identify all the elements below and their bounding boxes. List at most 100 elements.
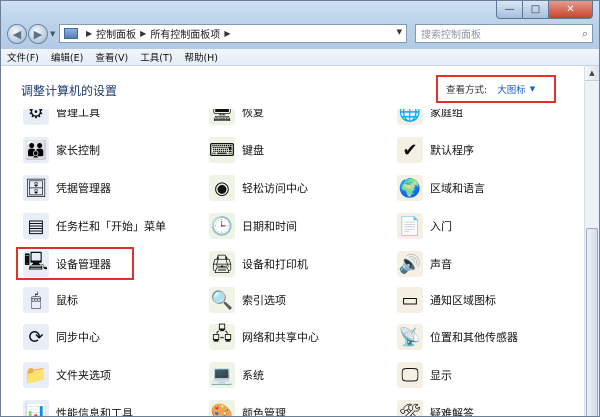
- view-by-label: 查看方式:: [446, 85, 488, 96]
- control-panel-item-label: 同步中心: [56, 331, 100, 344]
- view-by-selector[interactable]: 查看方式: 大图标 ▼: [436, 75, 556, 103]
- control-panel-folder-icon: [64, 28, 78, 39]
- control-panel-item-label: 区域和语言: [430, 182, 485, 195]
- control-panel-item[interactable]: 🖳 设备管理器: [23, 247, 111, 281]
- admin-tools-icon: ⚙: [23, 109, 49, 125]
- credential-manager-icon: 🗄: [23, 175, 49, 201]
- system-icon: 💻: [209, 362, 235, 388]
- recent-pages-dropdown-icon[interactable]: ▼: [50, 30, 55, 38]
- chevron-down-icon[interactable]: ▼: [530, 85, 535, 93]
- control-panel-item[interactable]: ◉ 轻松访问中心: [209, 171, 308, 205]
- control-panel-item[interactable]: ⚙ 管理工具: [23, 109, 100, 129]
- chevron-right-icon[interactable]: ▶: [224, 29, 230, 38]
- location-sensors-icon: 📡: [397, 324, 423, 350]
- notification-area-icon: ▭: [397, 287, 423, 313]
- menu-view[interactable]: 查看(V): [89, 50, 134, 64]
- ease-of-access-icon: ◉: [209, 175, 235, 201]
- sound-icon: 🔊: [397, 251, 423, 277]
- control-panel-item-label: 疑难解答: [430, 407, 474, 417]
- parental-controls-icon: 👪: [23, 137, 49, 163]
- date-time-icon: 🕒: [209, 213, 235, 239]
- control-panel-item[interactable]: 👪 家长控制: [23, 133, 100, 167]
- recovery-icon: 🖥: [209, 109, 235, 125]
- vertical-scrollbar[interactable]: ▲: [584, 66, 599, 416]
- breadcrumb-control-panel[interactable]: 控制面板: [96, 26, 136, 41]
- control-panel-item[interactable]: 🖱 鼠标: [23, 283, 78, 317]
- control-panel-item-label: 声音: [430, 258, 452, 271]
- device-manager-icon: 🖳: [23, 251, 49, 277]
- menu-help[interactable]: 帮助(H): [178, 50, 224, 64]
- mouse-icon: 🖱: [23, 287, 49, 313]
- view-by-value[interactable]: 大图标: [497, 82, 526, 96]
- control-panel-item-label: 日期和时间: [242, 220, 297, 233]
- maximize-button[interactable]: □: [523, 1, 549, 19]
- chevron-right-icon[interactable]: ▶: [140, 29, 146, 38]
- window-controls: — □ ✕: [496, 1, 593, 19]
- close-button[interactable]: ✕: [549, 1, 593, 19]
- control-panel-item[interactable]: 🎨 颜色管理: [209, 396, 286, 416]
- indexing-options-icon: 🔍: [209, 287, 235, 313]
- control-panel-items: ⚙ 管理工具 👪 家长控制 🗄 凭据管理器 ▤ 任务栏和「开始」菜单 🖳 设备管理器 🖱 鼠标 ⟳ 同步中…: [1, 109, 584, 417]
- breadcrumb-all-items[interactable]: 所有控制面板项: [150, 26, 220, 41]
- homegroup-icon: 🌐: [397, 109, 423, 125]
- content-header: 调整计算机的设置 查看方式: 大图标 ▼: [1, 66, 584, 111]
- control-panel-item-label: 轻松访问中心: [242, 182, 308, 195]
- control-panel-item-label: 鼠标: [56, 294, 78, 307]
- back-button[interactable]: ◀: [7, 24, 27, 44]
- control-panel-item[interactable]: 🖵 显示: [397, 358, 452, 392]
- folder-options-icon: 📁: [23, 362, 49, 388]
- region-language-icon: 🌍: [397, 175, 423, 201]
- control-panel-item[interactable]: ✔ 默认程序: [397, 133, 474, 167]
- search-input[interactable]: 搜索控制面板 ⌕: [415, 24, 593, 43]
- control-panel-item-label: 显示: [430, 369, 452, 382]
- chevron-right-icon[interactable]: ▶: [86, 29, 92, 38]
- control-panel-item-label: 设备和打印机: [242, 258, 308, 271]
- control-panel-item[interactable]: 📄 入门: [397, 209, 452, 243]
- menu-edit[interactable]: 编辑(E): [45, 50, 89, 64]
- keyboard-icon: ⌨: [209, 137, 235, 163]
- control-panel-item-label: 索引选项: [242, 294, 286, 307]
- control-panel-item[interactable]: 📡 位置和其他传感器: [397, 320, 518, 354]
- control-panel-item[interactable]: 💻 系统: [209, 358, 264, 392]
- control-panel-item[interactable]: 🛠 疑难解答: [397, 396, 474, 417]
- performance-tools-icon: 📊: [23, 400, 49, 416]
- control-panel-item[interactable]: 📊 性能信息和工具: [23, 396, 133, 416]
- color-management-icon: 🎨: [209, 400, 235, 416]
- address-bar[interactable]: ▶ 控制面板 ▶ 所有控制面板项 ▶ ▼: [59, 24, 407, 43]
- control-panel-item[interactable]: 🔊 声音: [397, 247, 452, 281]
- scroll-up-icon[interactable]: ▲: [585, 66, 599, 81]
- control-panel-item[interactable]: 🖧 网络和共享中心: [209, 320, 319, 354]
- title-bar: — □ ✕ ◀ ▶ ▼ ▶ 控制面板 ▶ 所有控制面板项 ▶ ▼ ⟲ 搜索控制面…: [1, 1, 599, 49]
- control-panel-item[interactable]: 🖨 设备和打印机: [209, 247, 308, 281]
- control-panel-item-label: 任务栏和「开始」菜单: [56, 220, 166, 233]
- scrollbar-thumb[interactable]: [586, 228, 598, 416]
- control-panel-item-label: 凭据管理器: [56, 182, 111, 195]
- control-panel-item[interactable]: ⟳ 同步中心: [23, 320, 100, 354]
- control-panel-item[interactable]: ⌨ 键盘: [209, 133, 264, 167]
- control-panel-item-label: 管理工具: [56, 109, 100, 119]
- taskbar-start-menu-icon: ▤: [23, 213, 49, 239]
- control-panel-item[interactable]: 🌍 区域和语言: [397, 171, 485, 205]
- control-panel-item[interactable]: ▤ 任务栏和「开始」菜单: [23, 209, 166, 243]
- control-panel-item[interactable]: 🕒 日期和时间: [209, 209, 297, 243]
- minimize-button[interactable]: —: [496, 1, 523, 19]
- control-panel-item[interactable]: ▭ 通知区域图标: [397, 283, 496, 317]
- control-panel-item-label: 家庭组: [430, 109, 463, 119]
- search-icon[interactable]: ⌕: [582, 27, 588, 41]
- menu-tools[interactable]: 工具(T): [134, 50, 178, 64]
- menu-file[interactable]: 文件(F): [1, 50, 45, 64]
- control-panel-item[interactable]: 📁 文件夹选项: [23, 358, 111, 392]
- control-panel-item[interactable]: 🗄 凭据管理器: [23, 171, 111, 205]
- control-panel-item[interactable]: 🖥 恢复: [209, 109, 264, 129]
- network-sharing-icon: 🖧: [209, 324, 235, 350]
- sync-center-icon: ⟳: [23, 324, 49, 350]
- control-panel-item-label: 位置和其他传感器: [430, 331, 518, 344]
- forward-button[interactable]: ▶: [28, 24, 48, 44]
- devices-printers-icon: 🖨: [209, 251, 235, 277]
- control-panel-item[interactable]: 🌐 家庭组: [397, 109, 463, 129]
- control-panel-item[interactable]: 🔍 索引选项: [209, 283, 286, 317]
- address-dropdown-icon[interactable]: ▼: [397, 28, 402, 36]
- control-panel-item-label: 文件夹选项: [56, 369, 111, 382]
- page-title: 调整计算机的设置: [21, 84, 118, 98]
- control-panel-item-label: 家长控制: [56, 144, 100, 157]
